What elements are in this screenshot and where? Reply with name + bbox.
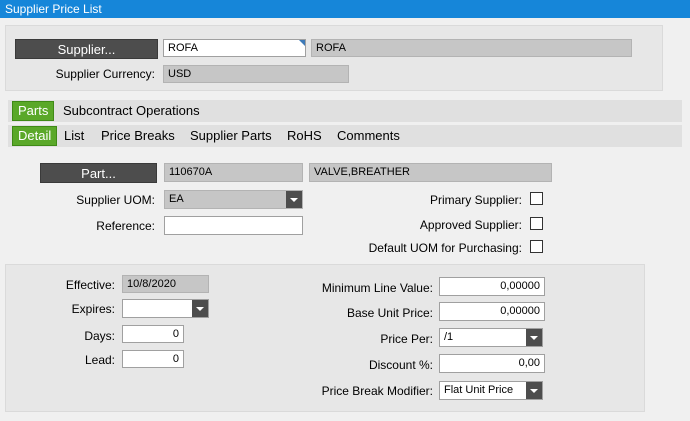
default-uom-label: Default UOM for Purchasing: [368, 241, 522, 255]
reference-input[interactable] [164, 216, 303, 235]
base-unit-price-input[interactable]: 0,00000 [439, 302, 545, 321]
days-label: Days: [84, 329, 115, 343]
tab-price-breaks[interactable]: Price Breaks [96, 126, 180, 146]
supplier-code-field[interactable]: ROFA [163, 39, 306, 57]
base-unit-price-label: Base Unit Price: [346, 306, 433, 320]
price-per-value: /1 [444, 331, 454, 343]
chevron-down-icon[interactable] [526, 329, 542, 346]
effective-label: Effective: [65, 278, 115, 292]
tab-list[interactable]: List [59, 126, 89, 146]
default-uom-checkbox[interactable] [530, 240, 543, 253]
chevron-down-icon[interactable] [526, 382, 542, 399]
supplier-uom-value: EA [169, 193, 184, 205]
price-break-modifier-label: Price Break Modifier: [321, 384, 433, 398]
window-title: Supplier Price List [0, 0, 690, 18]
chevron-down-icon[interactable] [286, 191, 302, 208]
supplier-button[interactable]: Supplier... [15, 39, 158, 59]
tab-rohs[interactable]: RoHS [282, 126, 327, 146]
approved-supplier-label: Approved Supplier: [419, 218, 522, 232]
tab-detail[interactable]: Detail [12, 126, 58, 146]
expires-label: Expires: [71, 302, 115, 316]
price-break-modifier-value: Flat Unit Price [444, 384, 514, 396]
tab-supplier-parts[interactable]: Supplier Parts [185, 126, 277, 146]
supplier-uom-label: Supplier UOM: [76, 193, 155, 207]
supplier-name-field: ROFA [311, 39, 632, 57]
lead-input[interactable]: 0 [122, 350, 184, 368]
primary-supplier-label: Primary Supplier: [429, 193, 522, 207]
lookup-corner-icon [299, 40, 305, 46]
price-per-label: Price Per: [380, 332, 433, 346]
lead-label: Lead: [84, 353, 115, 367]
price-break-modifier-select[interactable]: Flat Unit Price [439, 381, 543, 400]
tab-parts[interactable]: Parts [12, 101, 55, 121]
supplier-currency-field: USD [163, 65, 349, 83]
tab-subcontract-operations[interactable]: Subcontract Operations [58, 101, 205, 121]
price-per-select[interactable]: /1 [439, 328, 543, 347]
expires-date-picker[interactable] [122, 299, 209, 318]
discount-label: Discount %: [368, 358, 433, 372]
tab-comments[interactable]: Comments [332, 126, 405, 146]
supplier-currency-label: Supplier Currency: [55, 67, 155, 81]
days-input[interactable]: 0 [122, 325, 184, 343]
part-description-field: VALVE,BREATHER [309, 163, 552, 182]
effective-date-field: 10/8/2020 [122, 275, 209, 293]
discount-input[interactable]: 0,00 [439, 354, 545, 373]
chevron-down-icon[interactable] [192, 300, 208, 317]
supplier-code-value: ROFA [168, 42, 198, 54]
primary-supplier-checkbox[interactable] [530, 192, 543, 205]
reference-label: Reference: [96, 219, 155, 233]
supplier-uom-select[interactable]: EA [164, 190, 303, 209]
part-number-field[interactable]: 110670A [164, 163, 303, 182]
min-line-value-input[interactable]: 0,00000 [439, 277, 545, 296]
part-button[interactable]: Part... [40, 163, 157, 183]
approved-supplier-checkbox[interactable] [530, 217, 543, 230]
min-line-value-label: Minimum Line Value: [321, 281, 433, 295]
